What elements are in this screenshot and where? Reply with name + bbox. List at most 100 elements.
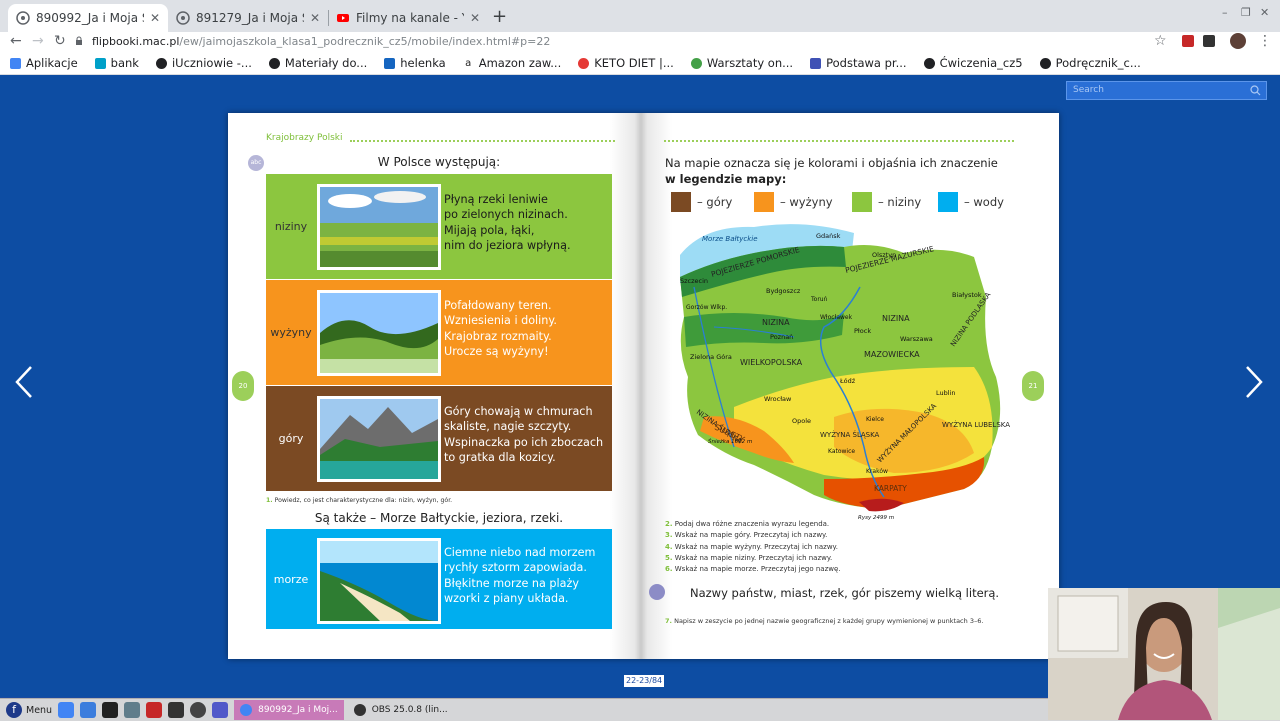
page-counter: 22-23/84 (624, 675, 665, 687)
browser-toolbar: ← → ↻ flipbooki.mac.pl/ew/jaimojaszkola_… (0, 32, 1280, 52)
previous-page-arrow-icon[interactable] (14, 365, 34, 399)
search-input[interactable]: Search (1066, 81, 1267, 100)
reader-launcher-icon[interactable] (146, 702, 163, 718)
new-tab-button[interactable]: + (492, 6, 507, 27)
task-3: 3. Wskaż na mapie góry. Przeczytaj ich n… (665, 531, 828, 540)
map-label: Olsztyn (872, 251, 896, 259)
wyzyny-row: wyżyny Pofałdowany teren. Wzniesienia i … (266, 280, 612, 385)
poem-wyzyny: Pofałdowany teren. Wzniesienia i doliny.… (444, 299, 557, 358)
mountain-photo (317, 396, 441, 482)
question-7: 7. Napisz w zeszycie po jednej nazwie ge… (665, 617, 984, 625)
amazon-icon: a (462, 57, 474, 69)
close-tab-icon[interactable]: ✕ (150, 11, 160, 25)
bookmark-materialy[interactable]: Materiały do... (268, 56, 367, 70)
map-label: NIZINA (762, 318, 790, 327)
star-bookmark-icon[interactable]: ☆ (1154, 32, 1167, 50)
bookmark-warsztaty[interactable]: Warsztaty on... (690, 56, 793, 70)
mail-launcher-icon[interactable] (80, 702, 97, 718)
lightbulb-icon (649, 584, 665, 600)
map-label: Gorzów Wlkp. (686, 304, 727, 311)
row-label: góry (278, 432, 304, 445)
taskbar-app-chrome[interactable]: 890992_Ja i Moj... (234, 700, 344, 720)
extension-icon[interactable] (1182, 35, 1194, 47)
video-launcher-icon[interactable] (168, 702, 185, 718)
next-page-arrow-icon[interactable] (1244, 365, 1264, 399)
menu-dots-icon[interactable]: ⋮ (1258, 32, 1272, 50)
keto-icon (578, 57, 590, 69)
map-label: Białystok (952, 291, 982, 299)
map-label: Opole (792, 417, 811, 425)
row-label: wyżyny (270, 326, 312, 339)
legend-wody: – wody (938, 192, 1004, 212)
task-5: 5. Wskaż na mapie niziny. Przeczytaj ich… (665, 553, 833, 562)
tab-title: Filmy na kanale - YouTube (356, 11, 464, 25)
close-window-icon[interactable]: ✕ (1260, 6, 1269, 19)
map-label: KARPATY (874, 484, 907, 493)
bookmark-amazon[interactable]: a Amazon zaw... (462, 56, 561, 70)
address-bar[interactable]: flipbooki.mac.pl/ew/jaimojaszkola_klasa1… (74, 32, 1174, 50)
warsztaty-icon (690, 57, 702, 69)
browser-tab-bar: 890992_Ja i Moja Szkoła ✕ 891279_Ja i Mo… (0, 0, 1280, 32)
webcam-overlay (1048, 588, 1280, 720)
restore-icon[interactable]: ❐ (1241, 6, 1251, 19)
back-icon[interactable]: ← (10, 32, 22, 50)
map-label: WIELKOPOLSKA (740, 358, 803, 367)
minimize-icon[interactable]: – (1222, 6, 1228, 19)
bookmark-aplikacje[interactable]: Aplikacje (10, 56, 78, 70)
map-label: MAZOWIECKA (864, 350, 920, 359)
chrome-launcher-icon[interactable] (58, 702, 75, 718)
bookmark-iuczniowie[interactable]: iUczniowie -... (155, 56, 252, 70)
legend-swatch (671, 192, 691, 212)
book-spine (610, 113, 672, 659)
close-tab-icon[interactable]: ✕ (470, 11, 480, 25)
capitalization-rule: Nazwy państw, miast, rzek, gór piszemy w… (690, 586, 1000, 600)
os-logo-icon: f (6, 702, 22, 718)
taskbar-app-obs[interactable]: OBS 25.0.8 (lin... (348, 700, 454, 720)
map-label: Kielce (866, 416, 884, 423)
start-menu-button[interactable]: f Menu (0, 702, 58, 718)
tab-891279[interactable]: 891279_Ja i Moja Szkoła ✕ (168, 4, 328, 32)
tasks-list: 2. Podaj dwa różne znaczenia wyrazu lege… (665, 519, 841, 575)
map-label: Kraków (866, 468, 888, 475)
youtube-icon (337, 14, 349, 22)
files-launcher-icon[interactable] (124, 702, 141, 718)
legend-swatch (852, 192, 872, 212)
row-label: niziny (274, 220, 308, 233)
bookmark-cwiczenia[interactable]: Ćwiczenia_cz5 (923, 56, 1023, 70)
map-label: Płock (854, 327, 871, 335)
map-label: Rysy 2499 m (858, 515, 894, 521)
bookmark-keto[interactable]: KETO DIET |... (578, 56, 674, 70)
chrome-icon (240, 704, 253, 716)
bookmark-podstawa[interactable]: Podstawa pr... (810, 56, 907, 70)
tab-youtube[interactable]: Filmy na kanale - YouTube ✕ (328, 4, 488, 32)
bookmark-icon (384, 57, 396, 69)
map-label: Zielona Góra (690, 353, 732, 361)
reload-icon[interactable]: ↻ (54, 32, 66, 50)
map-label: Szczecin (680, 277, 708, 285)
niziny-row: niziny Płyną rzeki leniwie po zielonych … (266, 174, 612, 279)
tab-890992[interactable]: 890992_Ja i Moja Szkoła ✕ (8, 4, 168, 32)
map-label: Śnieżka 1602 m (708, 438, 752, 445)
legend-wyzyny: – wyżyny (754, 192, 833, 212)
forward-icon[interactable]: → (32, 32, 44, 50)
search-icon[interactable] (1250, 85, 1261, 96)
obs-launcher-icon[interactable] (190, 702, 207, 718)
teams-launcher-icon[interactable] (212, 702, 229, 718)
search-placeholder: Search (1073, 85, 1104, 95)
poland-physical-map: Morze Bałtyckie Gdańsk POJEZIERZE POMORS… (680, 224, 1010, 521)
open-book[interactable]: Krajobrazy Polski abc W Polsce występują… (228, 113, 1059, 659)
chrome-globe-icon (16, 11, 30, 25)
extension-icon[interactable] (1203, 35, 1215, 47)
left-page-header: Krajobrazy Polski (266, 133, 343, 143)
bookmark-helenka[interactable]: helenka (384, 56, 446, 70)
row-label: morze (273, 572, 309, 586)
bookmark-bank[interactable]: bank (94, 56, 139, 70)
profile-avatar[interactable] (1230, 33, 1246, 49)
abc-badge-icon: abc (248, 155, 264, 171)
map-label: Lublin (936, 389, 955, 397)
legend-swatch (754, 192, 774, 212)
bookmark-podrecznik[interactable]: Podręcznik_c... (1039, 56, 1141, 70)
gory-row: góry Góry chowają w chmurach skaliste, n… (266, 386, 612, 491)
terminal-launcher-icon[interactable] (102, 702, 119, 718)
close-tab-icon[interactable]: ✕ (310, 11, 320, 25)
